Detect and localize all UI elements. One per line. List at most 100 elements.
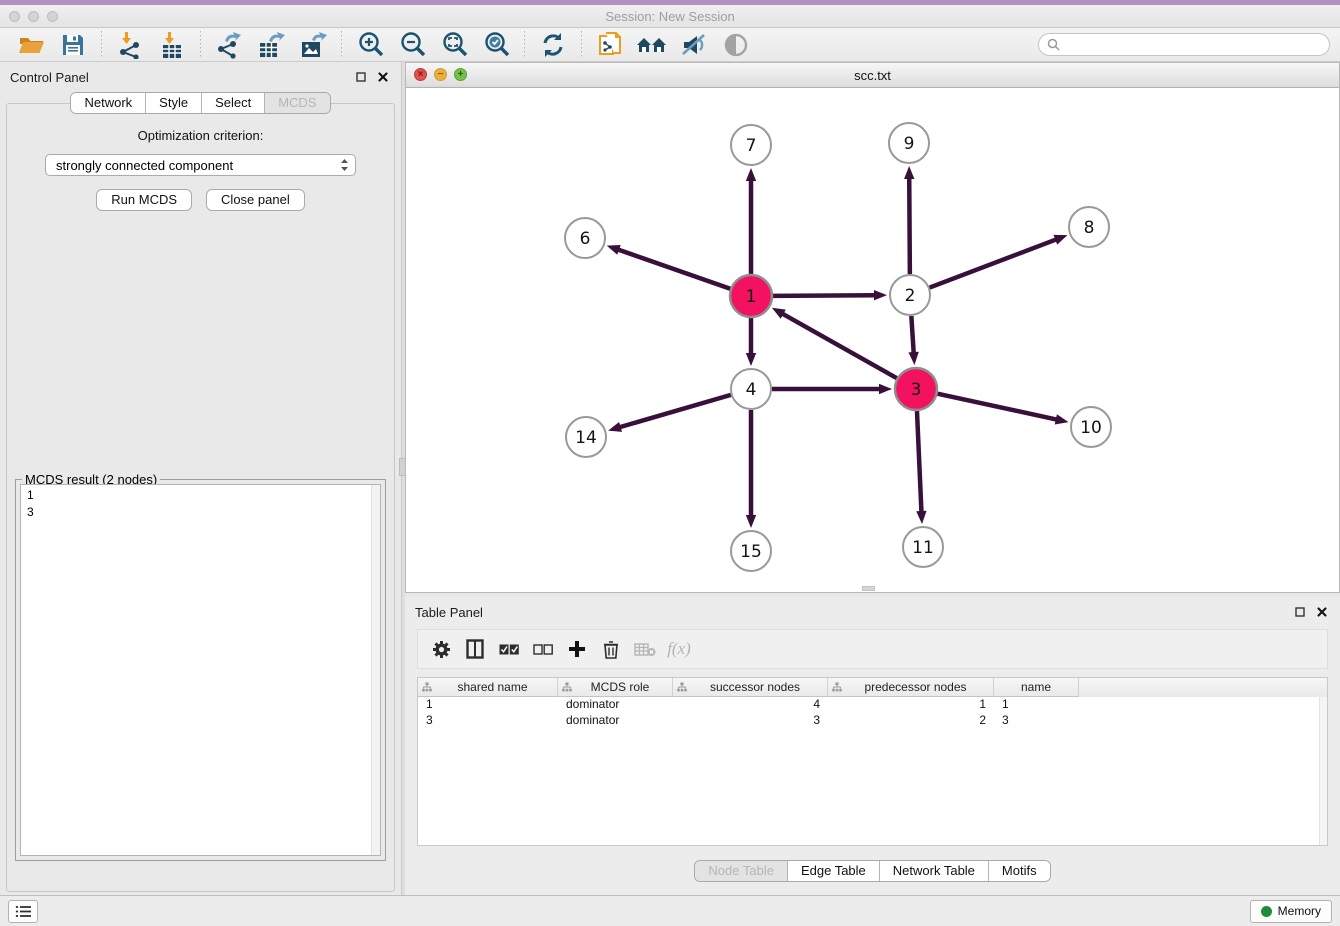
zoom-window-button[interactable] [47, 11, 58, 22]
table-tab-node-table[interactable]: Node Table [695, 861, 787, 881]
edge-4-15[interactable] [746, 410, 756, 528]
network-frame-titlebar[interactable]: × − + scc.txt [406, 63, 1339, 88]
result-scrollbar[interactable] [371, 485, 380, 855]
table-cell[interactable]: dominator [558, 713, 673, 729]
table-tab-motifs[interactable]: Motifs [988, 861, 1050, 881]
node-14[interactable]: 14 [566, 417, 606, 457]
zoom-fit-button[interactable] [433, 30, 475, 60]
table-cell[interactable]: 1 [994, 697, 1079, 713]
node-11[interactable]: 11 [903, 527, 943, 567]
frame-zoom-button[interactable]: + [454, 68, 467, 81]
hide-labels-button[interactable] [673, 30, 715, 60]
select-all-button[interactable] [494, 635, 524, 663]
column-header-name[interactable]: name [994, 678, 1079, 697]
table-cell[interactable]: 2 [828, 713, 994, 729]
table-cell[interactable]: 3 [418, 713, 558, 729]
float-panel-icon[interactable] [353, 69, 369, 85]
open-session-button[interactable] [10, 30, 52, 60]
tab-select[interactable]: Select [201, 93, 264, 113]
add-column-button[interactable] [562, 635, 592, 663]
table-cell[interactable]: 1 [828, 697, 994, 713]
frame-minimize-button[interactable]: − [434, 68, 447, 81]
tab-network[interactable]: Network [71, 93, 145, 113]
table-scrollbar[interactable] [1319, 697, 1327, 845]
task-history-button[interactable] [8, 900, 38, 923]
import-table-button[interactable] [151, 30, 193, 60]
destroy-table-button[interactable] [630, 635, 660, 663]
node-6[interactable]: 6 [565, 218, 605, 258]
search-box[interactable] [1038, 33, 1330, 56]
network-canvas[interactable]: 7 9 6 8 1 2 4 3 14 10 15 11 [406, 88, 1339, 592]
edge-2-9[interactable] [904, 166, 914, 274]
column-header-MCDS-role[interactable]: MCDS role [558, 678, 673, 697]
column-header-predecessor-nodes[interactable]: predecessor nodes [828, 678, 994, 697]
table-cell[interactable]: 3 [994, 713, 1079, 729]
frame-resize-grip[interactable] [862, 586, 875, 591]
edge-2-8[interactable] [930, 235, 1068, 288]
column-header-successor-nodes[interactable]: successor nodes [673, 678, 828, 697]
table-tab-network-table[interactable]: Network Table [879, 861, 988, 881]
zoom-out-button[interactable] [391, 30, 433, 60]
show-view-button[interactable] [715, 30, 757, 60]
node-8[interactable]: 8 [1069, 207, 1109, 247]
home-button[interactable] [631, 30, 673, 60]
delete-table-icon [634, 642, 656, 657]
save-session-button[interactable] [52, 30, 94, 60]
float-table-panel-icon[interactable] [1292, 604, 1308, 620]
node-table[interactable]: shared nameMCDS rolesuccessor nodesprede… [417, 677, 1328, 846]
edge-1-4[interactable] [746, 318, 756, 366]
close-panel-button[interactable]: Close panel [206, 189, 305, 211]
export-network-button[interactable] [208, 30, 250, 60]
minimize-window-button[interactable] [28, 11, 39, 22]
tab-style[interactable]: Style [145, 93, 201, 113]
edge-2-3[interactable] [908, 316, 918, 365]
node-2[interactable]: 2 [890, 275, 930, 315]
search-input[interactable] [1065, 38, 1321, 52]
edge-4-14[interactable] [608, 395, 731, 432]
table-cell[interactable]: 1 [418, 697, 558, 713]
zoom-in-button[interactable] [349, 30, 391, 60]
node-15[interactable]: 15 [731, 531, 771, 571]
criterion-select[interactable]: strongly connected component [45, 154, 356, 176]
table-cell[interactable]: dominator [558, 697, 673, 713]
show-columns-button[interactable] [460, 635, 490, 663]
export-table-button[interactable] [250, 30, 292, 60]
edge-3-1[interactable] [772, 308, 897, 378]
network-graph[interactable]: 7 9 6 8 1 2 4 3 14 10 15 11 [406, 88, 1339, 592]
export-image-button[interactable] [292, 30, 334, 60]
mcds-result-text[interactable]: 13 [20, 484, 381, 856]
close-panel-icon[interactable] [375, 69, 391, 85]
node-4[interactable]: 4 [731, 369, 771, 409]
frame-close-button[interactable]: × [414, 68, 427, 81]
table-row[interactable]: 3dominator323 [418, 713, 1327, 729]
edge-1-6[interactable] [607, 245, 731, 289]
node-7[interactable]: 7 [731, 125, 771, 165]
unselect-all-button[interactable] [528, 635, 558, 663]
column-header-shared-name[interactable]: shared name [418, 678, 558, 697]
edge-3-11[interactable] [916, 411, 926, 524]
function-builder-button[interactable]: f(x) [664, 635, 694, 663]
run-mcds-button[interactable]: Run MCDS [96, 189, 192, 211]
tab-mcds[interactable]: MCDS [264, 93, 329, 113]
new-network-button[interactable] [589, 30, 631, 60]
node-9[interactable]: 9 [889, 123, 929, 163]
edge-3-10[interactable] [937, 394, 1068, 425]
table-cell[interactable]: 3 [673, 713, 828, 729]
table-settings-button[interactable] [426, 635, 456, 663]
close-table-panel-icon[interactable] [1314, 604, 1330, 620]
apply-layout-button[interactable] [532, 30, 574, 60]
import-network-button[interactable] [109, 30, 151, 60]
zoom-selected-button[interactable] [475, 30, 517, 60]
node-1[interactable]: 1 [730, 275, 772, 317]
edge-1-7[interactable] [746, 168, 756, 274]
node-10[interactable]: 10 [1071, 407, 1111, 447]
table-tab-edge-table[interactable]: Edge Table [787, 861, 879, 881]
edge-1-2[interactable] [773, 290, 887, 300]
node-3[interactable]: 3 [895, 368, 937, 410]
table-cell[interactable]: 4 [673, 697, 828, 713]
memory-button[interactable]: Memory [1250, 900, 1332, 923]
table-row[interactable]: 1dominator411 [418, 697, 1327, 713]
delete-column-button[interactable] [596, 635, 626, 663]
edge-4-3[interactable] [772, 384, 892, 394]
close-window-button[interactable] [9, 11, 20, 22]
